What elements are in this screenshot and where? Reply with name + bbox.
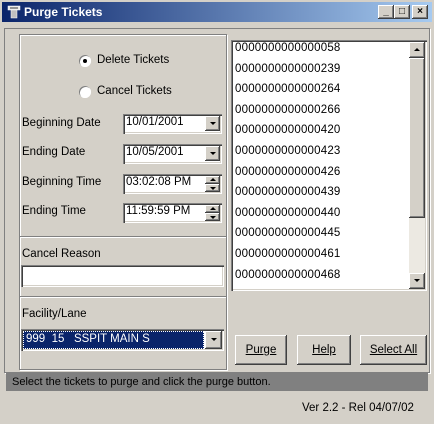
select-all-button[interactable]: Select All xyxy=(360,335,427,365)
ticket-list-item[interactable]: 0000000000000461 xyxy=(235,248,341,260)
ending-date-picker[interactable]: 10/05/2001 xyxy=(123,144,222,164)
maximize-button[interactable]: □ xyxy=(394,5,410,19)
radio-selected-dot xyxy=(83,59,87,63)
ticket-list-item[interactable]: 0000000000000423 xyxy=(235,145,341,157)
purge-tickets-window: Purge Tickets _ □ × Delete Tickets Cance… xyxy=(0,0,434,424)
ending-date-label: Ending Date xyxy=(22,146,86,158)
beginning-time-label: Beginning Time xyxy=(22,176,102,188)
calendar-dropdown-icon[interactable] xyxy=(205,116,220,131)
purge-button-label: Purge xyxy=(245,344,277,356)
spin-down-icon[interactable] xyxy=(205,213,220,221)
facility-lane-value: 999 15 SSPIT MAIN S xyxy=(26,333,150,345)
ending-date-value: 10/05/2001 xyxy=(126,146,184,158)
help-button-label: Help xyxy=(312,344,336,356)
cancel-reason-input[interactable] xyxy=(21,265,224,287)
facility-lane-label: Facility/Lane xyxy=(22,308,87,320)
chevron-down-icon[interactable] xyxy=(205,331,222,349)
ticket-list-item[interactable]: 0000000000000426 xyxy=(235,166,341,178)
ticket-list-item[interactable]: 0000000000000440 xyxy=(235,207,341,219)
spin-up-icon[interactable] xyxy=(205,205,220,213)
cancel-tickets-label: Cancel Tickets xyxy=(97,85,172,97)
ending-time-label: Ending Time xyxy=(22,205,86,217)
close-button[interactable]: × xyxy=(412,5,428,19)
vertical-scrollbar[interactable] xyxy=(409,42,425,289)
ticket-list-item[interactable]: 0000000000000266 xyxy=(235,104,341,116)
purge-button[interactable]: Purge xyxy=(235,335,287,365)
ticket-list-item[interactable]: 0000000000000264 xyxy=(235,83,341,95)
help-button[interactable]: Help xyxy=(297,335,351,365)
ending-time-value: 11:59:59 PM xyxy=(126,205,191,217)
version-label: Ver 2.2 - Rel 04/07/02 xyxy=(302,402,414,414)
calendar-dropdown-icon[interactable] xyxy=(205,146,220,161)
beginning-date-value: 10/01/2001 xyxy=(126,116,184,128)
title-bar[interactable]: Purge Tickets _ □ × xyxy=(2,2,432,22)
divider xyxy=(20,236,226,238)
cancel-reason-label: Cancel Reason xyxy=(22,248,101,260)
divider xyxy=(20,296,226,298)
ticket-listbox[interactable]: 0000000000000058 0000000000000239 00000000… xyxy=(231,40,427,291)
ticket-list-item[interactable]: 0000000000000468 xyxy=(235,269,341,281)
scroll-thumb[interactable] xyxy=(409,58,425,218)
ending-time-picker[interactable]: 11:59:59 PM xyxy=(123,203,222,223)
app-icon xyxy=(7,5,21,19)
spin-up-icon[interactable] xyxy=(205,176,220,184)
delete-tickets-label: Delete Tickets xyxy=(97,54,170,66)
window-title: Purge Tickets xyxy=(24,5,103,19)
ticket-list-item[interactable]: 0000000000000420 xyxy=(235,124,341,136)
facility-lane-selected: 999 15 SSPIT MAIN S xyxy=(23,331,204,349)
minimize-button[interactable]: _ xyxy=(378,5,394,19)
delete-tickets-radio[interactable] xyxy=(79,55,91,67)
select-all-button-label: Select All xyxy=(369,344,418,356)
status-bar: Select the tickets to purge and click th… xyxy=(6,373,428,391)
ticket-list-item[interactable]: 0000000000000058 xyxy=(235,42,341,54)
status-message: Select the tickets to purge and click th… xyxy=(12,376,271,388)
scroll-up-icon[interactable] xyxy=(409,42,425,58)
facility-lane-select[interactable]: 999 15 SSPIT MAIN S xyxy=(21,329,224,351)
beginning-date-picker[interactable]: 10/01/2001 xyxy=(123,114,222,134)
ticket-list-item[interactable]: 0000000000000439 xyxy=(235,186,341,198)
beginning-date-label: Beginning Date xyxy=(22,117,101,129)
beginning-time-value: 03:02:08 PM xyxy=(126,176,192,188)
ticket-list-item[interactable]: 0000000000000445 xyxy=(235,227,341,239)
beginning-time-picker[interactable]: 03:02:08 PM xyxy=(123,174,222,194)
spin-down-icon[interactable] xyxy=(205,184,220,192)
ticket-list-item[interactable]: 0000000000000239 xyxy=(235,63,341,75)
scroll-down-icon[interactable] xyxy=(409,273,425,289)
cancel-tickets-radio[interactable] xyxy=(79,86,91,98)
